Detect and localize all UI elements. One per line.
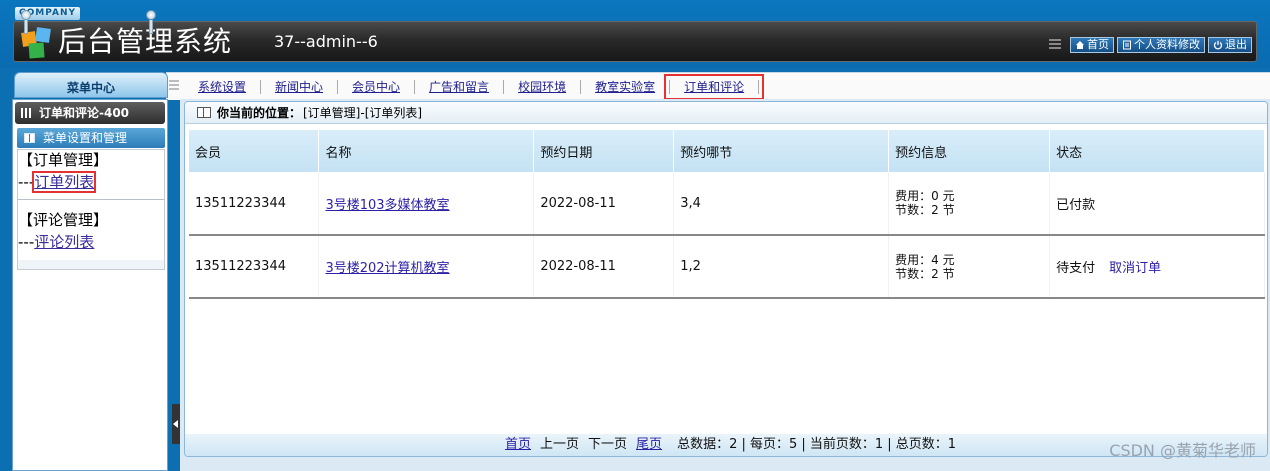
sidebar-section-title: 订单和评论-400 [39,106,130,120]
room-link[interactable]: 3号楼202计算机教室 [325,261,449,276]
orders-table: 会员 名称 预约日期 预约哪节 预约信息 状态 13511223344 3号楼1… [189,130,1265,299]
room-link[interactable]: 3号楼103多媒体教室 [325,198,449,213]
logout-button-label: 退出 [1225,38,1247,51]
logout-button[interactable]: 退出 [1208,37,1252,53]
nav-items: 系统设置 新闻中心 会员中心 广告和留言 校园环境 教室实验室 订单和评论 [184,73,765,101]
column-header: 预约哪节 [673,130,890,172]
breadcrumb-path: [订单管理]-[订单列表] [303,106,423,120]
column-header: 会员 [189,130,320,172]
book-icon [24,133,35,143]
home-icon [1076,41,1084,49]
column-header: 预约信息 [888,130,1051,172]
nav-item-member-center[interactable]: 会员中心 [338,80,414,94]
pagination-bar: 首页 上一页 下一页 尾页 总数据：2 | 每页：5 | 当前页数：1 | 总页… [185,434,1267,456]
status-text: 已付款 [1056,197,1096,213]
menu-center-label: 菜单中心 [66,81,115,95]
pager-stats: 总数据：2 | 每页：5 | 当前页数：1 | 总页数：1 [677,437,957,452]
table-header-row: 会员 名称 预约日期 预约哪节 预约信息 状态 [189,130,1265,172]
nav-grip-icon [169,80,179,92]
grid-icon [21,108,33,118]
cancel-order-link[interactable]: 取消订单 [1109,261,1161,276]
user-info: 37--admin--6 [274,32,378,51]
pager-prev[interactable]: 上一页 [540,437,579,453]
profile-edit-button-label: 个人资料修改 [1134,38,1200,51]
cell-date: 2022-08-11 [533,172,675,236]
nav-separator [758,80,760,94]
power-icon [1213,40,1223,50]
nav-item-orders-comments[interactable]: 订单和评论 [664,74,765,100]
nav-bar: 系统设置 新闻中心 会员中心 广告和留言 校园环境 教室实验室 订单和评论 [166,72,1270,100]
cell-name: 3号楼103多媒体教室 [318,172,535,236]
sidebar: 订单和评论-400 菜单设置和管理 【订单管理】 ---订单列表 【评论管理】 … [12,99,168,471]
fee-text: 费用：0 元 [895,189,955,203]
column-header: 名称 [318,130,535,172]
column-header: 状态 [1049,130,1265,172]
pin-left-icon [21,10,31,36]
cell-sections: 1,2 [673,235,890,299]
nav-item-campus[interactable]: 校园环境 [504,80,580,94]
group-title-orders: 【订单管理】 [18,151,109,169]
grip-icon [1049,39,1061,51]
home-button-label: 首页 [1087,38,1109,51]
pager-next[interactable]: 下一页 [588,437,627,453]
sidebar-section-header[interactable]: 订单和评论-400 [15,102,165,124]
sidebar-link-order-list[interactable]: 订单列表 [32,171,97,193]
menu-center-header: 菜单中心 [14,72,168,98]
group-title-comments: 【评论管理】 [18,211,109,229]
nav-item-ads-messages[interactable]: 广告和留言 [415,80,503,94]
sidebar-divider [18,199,164,200]
pagination: 首页 上一页 下一页 尾页 总数据：2 | 每页：5 | 当前页数：1 | 总页… [505,437,956,453]
profile-icon [1123,40,1131,50]
count-text: 节数：2 节 [895,266,955,281]
cell-info: 费用：0 元 节数：2 节 [888,172,1051,236]
nav-item-system-settings[interactable]: 系统设置 [184,80,260,94]
cell-member: 13511223344 [189,235,320,299]
breadcrumb: 你当前的位置： [订单管理]-[订单列表] [185,102,1267,124]
watermark: CSDN @黄菊华老师 [1109,441,1256,460]
main-panel: 你当前的位置： [订单管理]-[订单列表] 会员 名称 预约日期 预约哪节 预约… [184,101,1268,457]
book-icon [197,107,211,118]
table-row: 13511223344 3号楼202计算机教室 2022-08-11 1,2 费… [189,235,1265,299]
sidebar-link-comment-list[interactable]: 评论列表 [34,233,94,251]
cell-date: 2022-08-11 [533,235,675,299]
cell-sections: 3,4 [673,172,890,236]
nav-item-classrooms[interactable]: 教室实验室 [581,80,669,94]
pin-right-icon [146,10,156,36]
top-nav: 系统设置 新闻中心 会员中心 广告和留言 校园环境 教室实验室 订单和评论 [0,68,1270,100]
cell-status: 待支付 取消订单 [1049,235,1265,299]
sidebar-subheader[interactable]: 菜单设置和管理 [17,128,165,148]
status-text: 待支付 [1056,261,1096,276]
column-header: 预约日期 [533,130,675,172]
title-banner: 后台管理系统 37--admin--6 首页 个人资料修改 退出 [13,21,1257,62]
group-line-orders: ---订单列表 [18,171,97,193]
cell-status: 已付款 [1049,172,1265,236]
sidebar-menu: 【订单管理】 ---订单列表 【评论管理】 ---评论列表 [17,149,165,261]
group-line-comments: ---评论列表 [18,233,94,251]
group-prefix: --- [18,233,35,251]
pager-last[interactable]: 尾页 [636,437,662,453]
app-header: COMPANY 后台管理系统 37--admin--6 首页 个人资料修改 退出 [0,0,1270,68]
cell-member: 13511223344 [189,172,320,236]
cell-info: 费用：4 元 节数：2 节 [888,235,1051,299]
table-row: 13511223344 3号楼103多媒体教室 2022-08-11 3,4 费… [189,172,1265,236]
group-prefix: --- [18,173,35,191]
pager-first[interactable]: 首页 [505,437,531,453]
home-button[interactable]: 首页 [1070,37,1114,53]
breadcrumb-label: 你当前的位置： [217,106,302,120]
sidebar-footer [17,260,165,270]
sidebar-subheader-title: 菜单设置和管理 [43,131,128,145]
fee-text: 费用：4 元 [895,252,955,267]
main-area: 你当前的位置： [订单管理]-[订单列表] 会员 名称 预约日期 预约哪节 预约… [180,99,1270,471]
count-text: 节数：2 节 [895,203,955,217]
nav-item-news-center[interactable]: 新闻中心 [261,80,337,94]
system-title: 后台管理系统 [58,25,233,58]
profile-edit-button[interactable]: 个人资料修改 [1117,37,1205,53]
collapse-sidebar-handle[interactable] [172,404,180,444]
top-actions: 首页 个人资料修改 退出 [1049,37,1252,53]
cell-name: 3号楼202计算机教室 [318,235,535,299]
